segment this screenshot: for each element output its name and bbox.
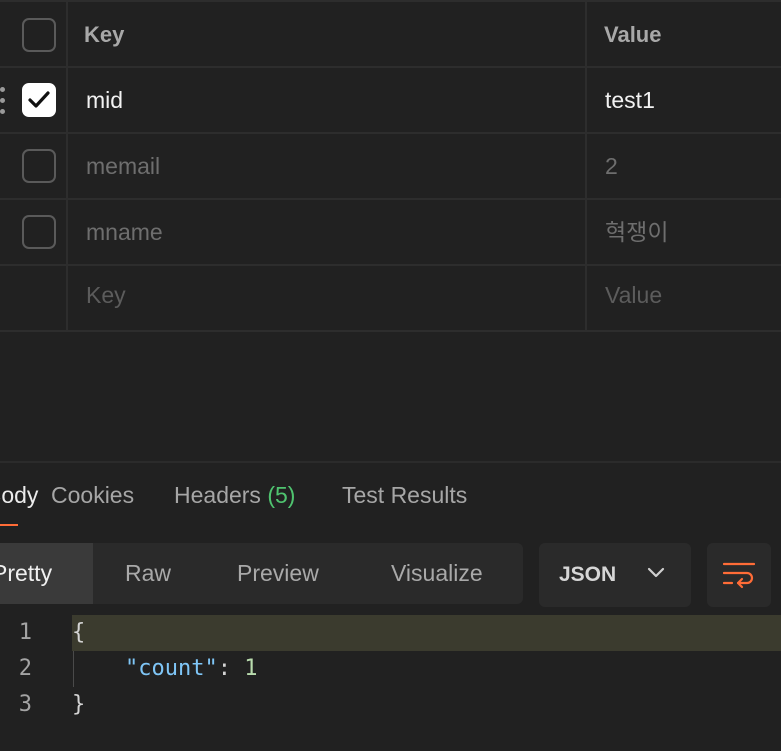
line-number: 3 (18, 692, 32, 717)
headers-count-badge: (5) (267, 482, 296, 508)
tab-body[interactable]: Body (0, 478, 38, 512)
new-value-input[interactable]: Value (605, 280, 662, 310)
code-text: { (72, 615, 85, 651)
view-mode-group: Pretty Raw Preview Visualize (0, 543, 523, 604)
wrap-lines-button[interactable] (707, 543, 771, 607)
json-value: 1 (244, 656, 258, 681)
new-key-input[interactable]: Key (86, 280, 126, 310)
view-raw-button[interactable]: Raw (125, 543, 171, 604)
json-key: "count" (124, 656, 218, 681)
format-selected-value: JSON (559, 563, 617, 586)
param-row: mid test1 (0, 68, 781, 134)
active-tab-indicator (0, 524, 18, 526)
param-value[interactable]: 2 (605, 151, 618, 181)
column-divider[interactable] (585, 0, 587, 332)
params-header-row: Key Value (0, 0, 781, 68)
code-line: 2 "count": 1 (0, 651, 781, 687)
wrap-lines-icon (723, 562, 755, 589)
view-pretty-button[interactable]: Pretty (0, 543, 93, 604)
param-enabled-checkbox[interactable] (22, 83, 56, 117)
response-body-editor[interactable]: 1 { 2 "count": 1 3 } (0, 615, 781, 751)
open-brace: { (72, 620, 86, 645)
pane-divider[interactable] (0, 461, 781, 463)
format-select[interactable]: JSON (539, 543, 691, 607)
current-line-highlight (72, 615, 781, 651)
close-brace: } (72, 692, 86, 717)
tab-test-results[interactable]: Test Results (342, 478, 467, 512)
app-root: Key Value mid test1 memail 2 mname 혁쟁이 K… (0, 0, 781, 751)
tab-cookies[interactable]: Cookies (51, 478, 134, 512)
param-key[interactable]: memail (86, 151, 160, 181)
param-enabled-checkbox[interactable] (22, 215, 56, 249)
json-colon: : (217, 656, 245, 681)
view-preview-button[interactable]: Preview (237, 543, 319, 604)
line-number: 2 (18, 656, 32, 681)
code-text: "count": 1 (72, 651, 257, 687)
line-number: 1 (18, 620, 32, 645)
new-param-row: Key Value (0, 266, 781, 332)
chevron-down-icon (647, 567, 665, 578)
value-column-header: Value (604, 22, 662, 47)
column-divider (66, 0, 68, 332)
param-key[interactable]: mid (86, 85, 123, 115)
view-visualize-button[interactable]: Visualize (391, 543, 483, 604)
tab-headers[interactable]: Headers (5) (174, 478, 295, 512)
param-key[interactable]: mname (86, 217, 163, 247)
param-value[interactable]: 혁쟁이 (605, 217, 668, 247)
tab-headers-label: Headers (174, 482, 261, 508)
param-enabled-checkbox[interactable] (22, 149, 56, 183)
code-text: } (72, 687, 85, 723)
key-column-header: Key (84, 22, 125, 47)
param-row: memail 2 (0, 134, 781, 200)
code-line: 1 { (0, 615, 781, 651)
code-line: 3 } (0, 687, 781, 723)
response-tabs: Body Cookies Headers (5) Test Results (0, 478, 781, 528)
param-value[interactable]: test1 (605, 85, 655, 115)
param-row: mname 혁쟁이 (0, 200, 781, 266)
drag-handle-icon[interactable] (0, 87, 6, 115)
checkmark-icon (28, 91, 50, 108)
select-all-checkbox[interactable] (22, 18, 56, 52)
